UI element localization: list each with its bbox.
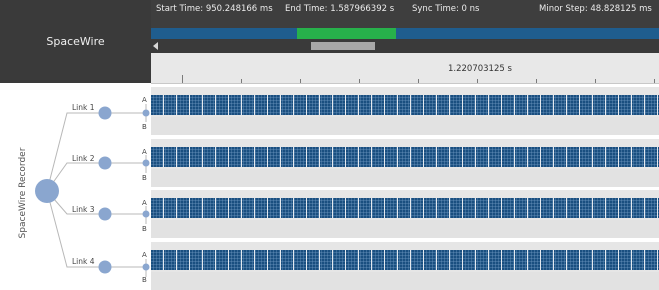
traffic-lanes[interactable] [151, 83, 659, 290]
link-2-a-traffic[interactable] [151, 147, 659, 167]
link-2-port-b: B [142, 174, 147, 182]
time-info-bar: Start Time: 950.248166 ms End Time: 1.58… [151, 0, 659, 39]
timeline-scrollbar[interactable] [151, 39, 659, 53]
link-1-port-a: A [142, 96, 147, 104]
link-4-port-a: A [142, 251, 147, 259]
link-3-label: Link 3 [72, 205, 95, 214]
chevron-left-icon[interactable] [153, 42, 158, 50]
app-title-panel: SpaceWire [0, 0, 151, 83]
link-3-a-traffic[interactable] [151, 198, 659, 218]
spacewire-recorder-app: SpaceWire Start Time: 950.248166 ms End … [0, 0, 659, 290]
link-1-node[interactable] [98, 106, 112, 120]
overview-visible-window[interactable] [296, 28, 396, 39]
link-4-lane[interactable] [151, 242, 659, 290]
link-3-b-traffic[interactable] [151, 220, 659, 238]
link-2-lane[interactable] [151, 139, 659, 187]
ruler-tick [182, 75, 183, 83]
sync-time-text: Sync Time: 0 ns [412, 4, 480, 14]
link-1-lane[interactable] [151, 87, 659, 135]
link-3-port-b: B [142, 225, 147, 233]
timeline-overview-bar[interactable] [151, 28, 659, 39]
link-4-node[interactable] [98, 260, 112, 274]
ruler-time-label: 1.220703125 s [448, 64, 512, 74]
link-4-port-b: B [142, 276, 147, 284]
link-3-lane[interactable] [151, 190, 659, 238]
recorder-tree-panel: SpaceWire Recorder Link 1 Link 2 Link 3 … [0, 83, 151, 286]
link-3-port-node[interactable] [142, 210, 150, 218]
link-2-label: Link 2 [72, 154, 95, 163]
link-1-a-traffic[interactable] [151, 95, 659, 115]
link-4-port-node[interactable] [142, 263, 150, 271]
start-time-text: Start Time: 950.248166 ms [156, 4, 273, 14]
link-3-node[interactable] [98, 207, 112, 221]
link-2-port-a: A [142, 148, 147, 156]
link-4-b-traffic[interactable] [151, 272, 659, 290]
link-2-port-node[interactable] [142, 159, 150, 167]
link-1-port-b: B [142, 123, 147, 131]
recorder-root-node[interactable] [35, 179, 59, 203]
app-title: SpaceWire [46, 35, 105, 48]
link-1-b-traffic[interactable] [151, 117, 659, 135]
link-4-label: Link 4 [72, 257, 95, 266]
recorder-label: SpaceWire Recorder [18, 147, 28, 239]
scrollbar-thumb[interactable] [311, 42, 376, 50]
link-3-port-a: A [142, 199, 147, 207]
link-2-b-traffic[interactable] [151, 169, 659, 187]
link-1-label: Link 1 [72, 103, 95, 112]
link-4-a-traffic[interactable] [151, 250, 659, 270]
link-1-port-node[interactable] [142, 109, 150, 117]
time-ruler: 1.220703125 s [151, 53, 659, 84]
link-2-node[interactable] [98, 156, 112, 170]
minor-step-text: Minor Step: 48.828125 ms [539, 4, 652, 14]
end-time-text: End Time: 1.587966392 s [285, 4, 395, 14]
